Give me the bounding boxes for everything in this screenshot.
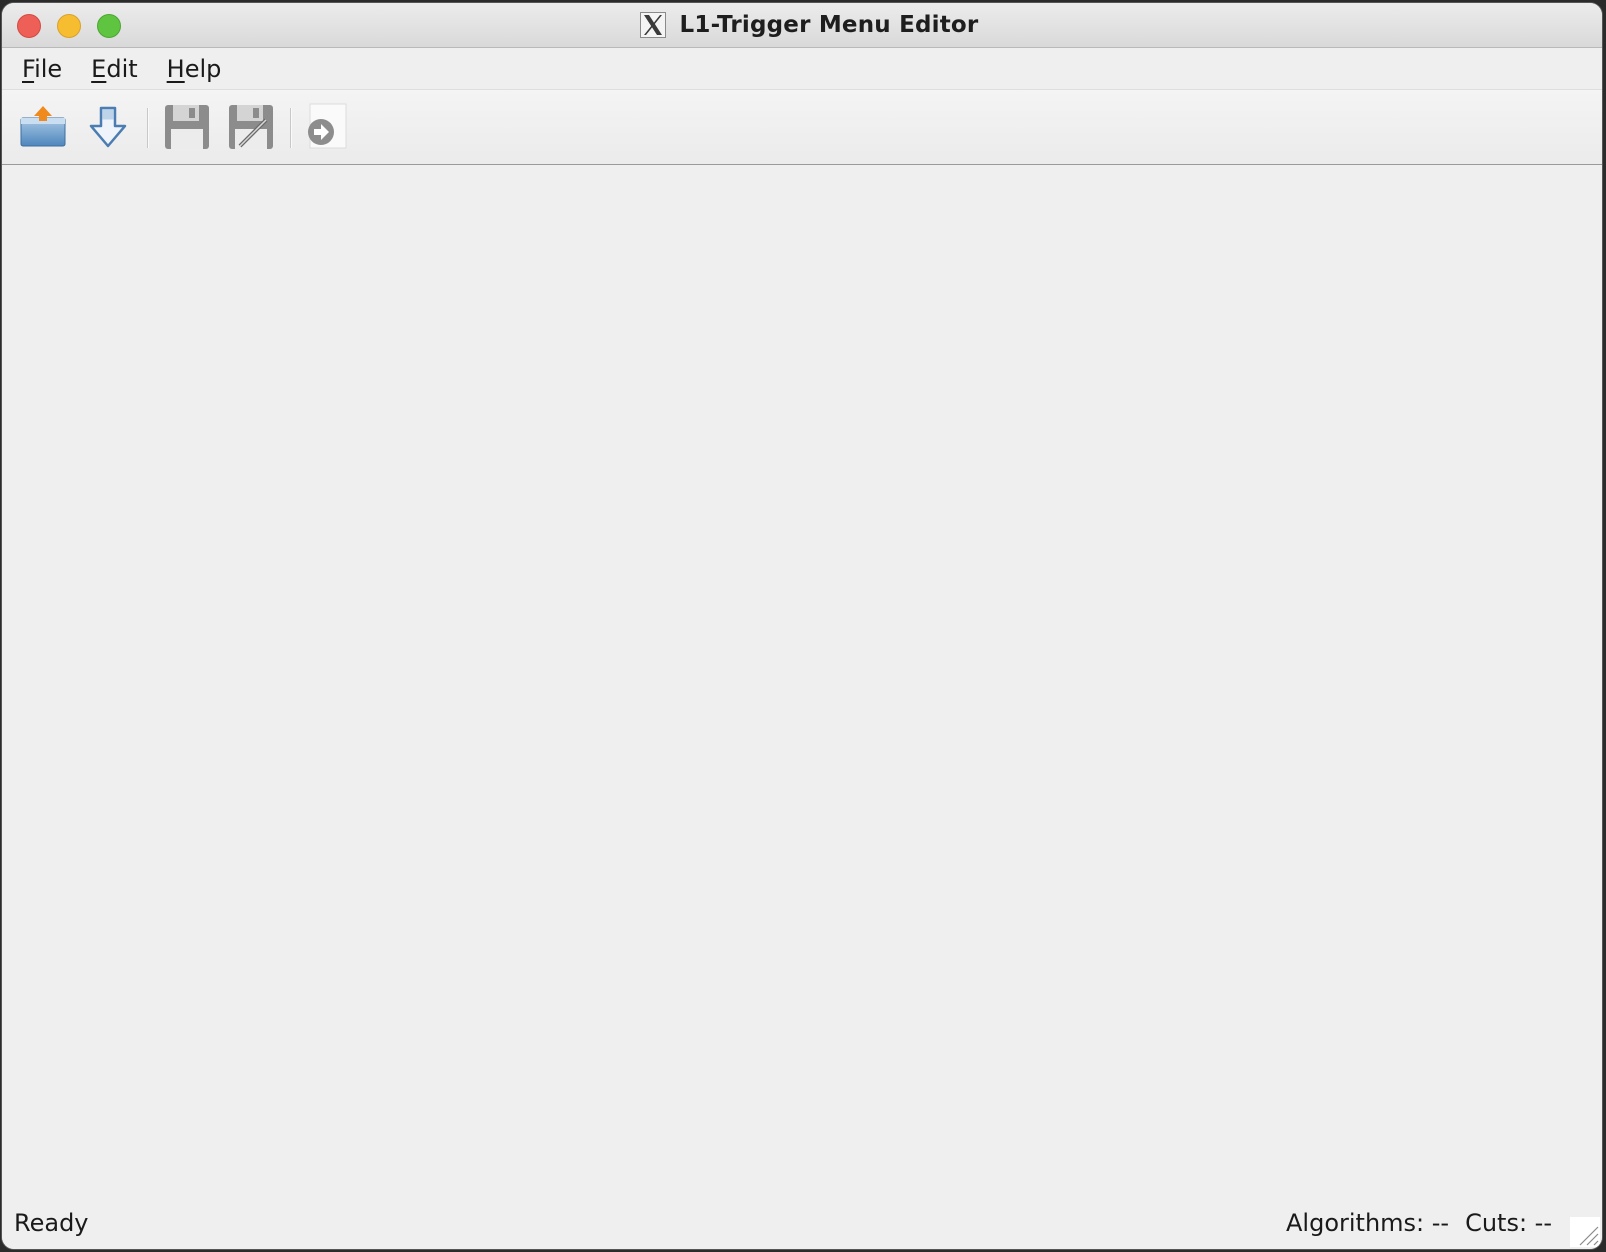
status-bar: Ready Algorithms: -- Cuts: --	[2, 1195, 1602, 1249]
toolbar-separator	[290, 108, 292, 148]
window-title: L1-Trigger Menu Editor	[679, 12, 979, 38]
open-folder-icon	[20, 106, 66, 147]
status-counters: Algorithms: -- Cuts: --	[1286, 1209, 1552, 1237]
menu-file-label: ile	[34, 54, 63, 83]
menu-help-mnemonic: H	[166, 54, 185, 83]
app-window: L1-Trigger Menu Editor File Edit Help Re…	[2, 3, 1602, 1249]
forward-arrow-icon	[308, 103, 347, 149]
resize-grip-icon[interactable]	[1570, 1217, 1600, 1247]
x11-icon	[639, 12, 666, 38]
menu-edit[interactable]: Edit	[91, 55, 137, 83]
open-button[interactable]	[18, 102, 68, 152]
save-as-button[interactable]	[226, 102, 276, 152]
forward-button[interactable]	[304, 102, 354, 152]
menu-help[interactable]: Help	[167, 55, 222, 83]
toolbar	[2, 90, 1602, 165]
toolbar-separator	[147, 108, 149, 148]
save-button[interactable]	[162, 102, 212, 152]
import-download-icon	[89, 106, 127, 148]
import-button[interactable]	[83, 102, 133, 152]
menu-file[interactable]: File	[22, 55, 62, 83]
title-bar[interactable]: L1-Trigger Menu Editor	[2, 3, 1602, 48]
menu-help-label: elp	[184, 54, 222, 83]
menu-edit-mnemonic: E	[91, 54, 107, 83]
algorithms-count: Algorithms: --	[1286, 1209, 1450, 1237]
status-message: Ready	[14, 1209, 89, 1237]
main-content-area	[2, 165, 1602, 1195]
save-icon	[165, 105, 209, 149]
save-as-icon	[229, 105, 273, 149]
menu-bar: File Edit Help	[2, 48, 1602, 90]
cuts-count: Cuts: --	[1465, 1209, 1552, 1237]
menu-file-mnemonic: F	[22, 54, 35, 83]
menu-edit-label: dit	[106, 54, 138, 83]
